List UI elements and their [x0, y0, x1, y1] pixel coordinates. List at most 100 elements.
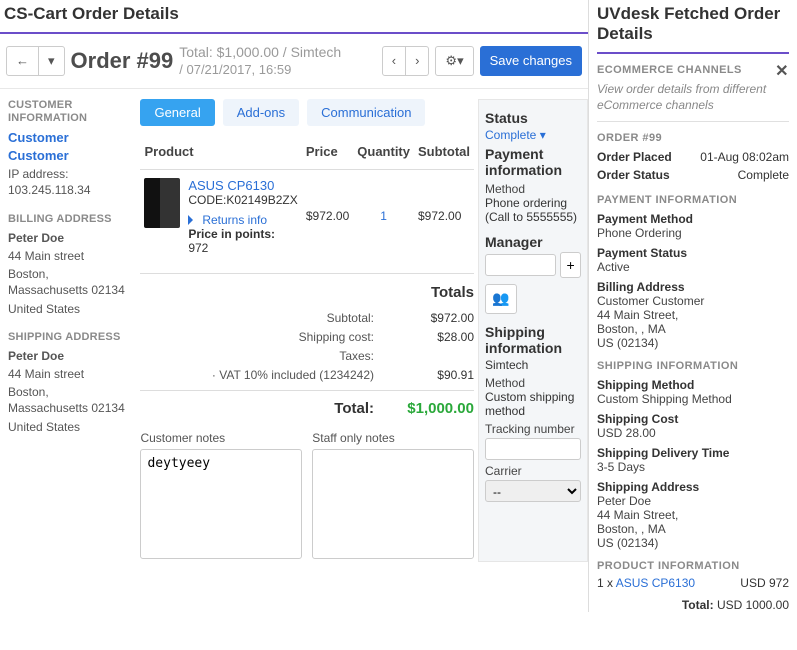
cust-notes-label: Customer notes — [140, 431, 302, 445]
staff-notes-label: Staff only notes — [312, 431, 474, 445]
divider — [597, 52, 789, 54]
tracking-input[interactable] — [485, 438, 581, 460]
products-table: Product Price Quantity Subtotal ASUS CP6… — [140, 138, 474, 263]
shipcost-value: $28.00 — [404, 328, 474, 347]
staff-notes-input[interactable] — [312, 449, 474, 559]
gear-icon: ⚙ — [445, 53, 457, 69]
total-label: Total: — [154, 397, 374, 421]
shipaddr-label: Shipping Address — [597, 480, 789, 494]
prod-qty: 1 x — [597, 576, 616, 590]
customer-link[interactable]: Customer Customer — [8, 129, 126, 164]
gear-button[interactable]: ⚙ ▾ — [435, 46, 473, 76]
add-manager-button[interactable]: + — [560, 252, 581, 278]
subtotal-label: Subtotal: — [154, 309, 374, 328]
back-button[interactable]: ← — [6, 46, 39, 76]
th-qty: Quantity — [353, 138, 414, 170]
row-sub: $972.00 — [414, 169, 474, 263]
ship-l2: Boston, Massachusetts 02134 — [8, 384, 126, 416]
order-toolbar: ← ▾ Order #99 Total: $1,000.00 / Simtech… — [0, 40, 588, 89]
points-label: Price in points: — [188, 227, 275, 241]
returns-link[interactable]: Returns info — [202, 213, 267, 227]
status-value: Complete — [738, 166, 789, 184]
paystatus-value: Active — [597, 260, 789, 274]
close-icon[interactable]: ✕ — [775, 64, 789, 80]
rp-total-value: USD 1000.00 — [717, 598, 789, 612]
carrier-label: Carrier — [485, 464, 581, 478]
left-heading: CS-Cart Order Details — [0, 0, 588, 32]
bill-l2: Boston, Massachusetts 02134 — [8, 266, 126, 298]
shipaddr-v2: 44 Main Street, — [597, 508, 789, 522]
paystatus-label: Payment Status — [597, 246, 789, 260]
tab-general[interactable]: General — [140, 99, 214, 126]
th-product: Product — [140, 138, 301, 170]
row-qty[interactable]: 1 — [353, 169, 414, 263]
channels-subtitle: View order details from different eComme… — [597, 82, 789, 113]
paymethod-label: Method — [485, 182, 581, 196]
prod-name-link[interactable]: ASUS CP6130 — [616, 576, 695, 590]
carrier-select[interactable]: -- — [485, 480, 581, 502]
rp-product-heading: PRODUCT INFORMATION — [597, 560, 789, 572]
shipping-heading: SHIPPING ADDRESS — [8, 331, 126, 344]
ship-l1: 44 Main street — [8, 366, 126, 382]
billing-heading: BILLING ADDRESS — [8, 213, 126, 226]
th-sub: Subtotal — [414, 138, 474, 170]
rp-total-label: Total: — [682, 598, 714, 612]
order-meta-total: Total: $1,000.00 / Simtech — [179, 44, 341, 62]
bill-l3: United States — [8, 301, 126, 317]
plus-icon: + — [567, 257, 575, 273]
taxes-value — [404, 347, 474, 366]
divider — [0, 32, 588, 34]
billaddr-v1: Customer Customer — [597, 294, 789, 308]
shipaddr-v1: Peter Doe — [597, 494, 789, 508]
billaddr-label: Billing Address — [597, 280, 789, 294]
order-side-column: Status Complete ▾ Payment information Me… — [478, 99, 588, 562]
row-price: $972.00 — [302, 169, 353, 263]
ship-l3: United States — [8, 419, 126, 435]
cust-notes-input[interactable] — [140, 449, 302, 559]
tab-communication[interactable]: Communication — [307, 99, 425, 126]
customer-sidebar: CUSTOMER INFORMATION Customer Customer I… — [0, 89, 134, 572]
prev-order-button[interactable]: ‹ — [382, 46, 406, 76]
manager-heading: Manager — [485, 234, 581, 250]
paymethod-value: Phone Ordering — [597, 226, 789, 240]
ship-name: Peter Doe — [8, 349, 64, 363]
subtotal-value: $972.00 — [404, 309, 474, 328]
billaddr-v4: US (02134) — [597, 336, 789, 350]
channels-heading: ECOMMERCE CHANNELS — [597, 64, 742, 76]
placed-label: Order Placed — [597, 148, 672, 166]
rp-shipping-heading: SHIPPING INFORMATION — [597, 360, 789, 372]
vat-value: $90.91 — [404, 366, 474, 385]
paymethod-label: Payment Method — [597, 212, 789, 226]
cust-info-heading: CUSTOMER INFORMATION — [8, 99, 126, 125]
shipmethod-value: Custom shipping method — [485, 390, 581, 418]
shipcost-value: USD 28.00 — [597, 426, 789, 440]
billaddr-v3: Boston, , MA — [597, 322, 789, 336]
billaddr-v2: 44 Main Street, — [597, 308, 789, 322]
shipcost-label: Shipping cost: — [154, 328, 374, 347]
ip-label: IP address: — [8, 167, 68, 181]
points-value: 972 — [188, 241, 208, 255]
back-dropdown[interactable]: ▾ — [39, 46, 65, 76]
shipinfo-heading: Shipping information — [485, 324, 581, 356]
shipaddr-v4: US (02134) — [597, 536, 789, 550]
shipmethod-label: Shipping Method — [597, 378, 789, 392]
rp-payment-heading: PAYMENT INFORMATION — [597, 194, 789, 206]
code-value: K02149B2ZX — [226, 193, 297, 207]
shipaddr-v3: Boston, , MA — [597, 522, 789, 536]
group-button[interactable]: 👥 — [485, 284, 517, 314]
product-name-link[interactable]: ASUS CP6130 — [188, 178, 298, 193]
next-order-button[interactable]: › — [406, 46, 429, 76]
tab-addons[interactable]: Add-ons — [223, 99, 299, 126]
vat-label: · VAT 10% included (1234242) — [154, 366, 374, 385]
total-value: $1,000.00 — [404, 397, 474, 421]
status-label: Order Status — [597, 166, 670, 184]
paymethod-value: Phone ordering (Call to 5555555) — [485, 196, 581, 224]
th-price: Price — [302, 138, 353, 170]
status-dropdown[interactable]: Complete ▾ — [485, 128, 581, 142]
bill-name: Peter Doe — [8, 231, 64, 245]
tracking-label: Tracking number — [485, 422, 581, 436]
order-meta-date: / 07/21/2017, 16:59 — [179, 62, 341, 78]
shipmethod-label: Method — [485, 376, 581, 390]
manager-input[interactable] — [485, 254, 556, 276]
save-button[interactable]: Save changes — [480, 46, 582, 76]
